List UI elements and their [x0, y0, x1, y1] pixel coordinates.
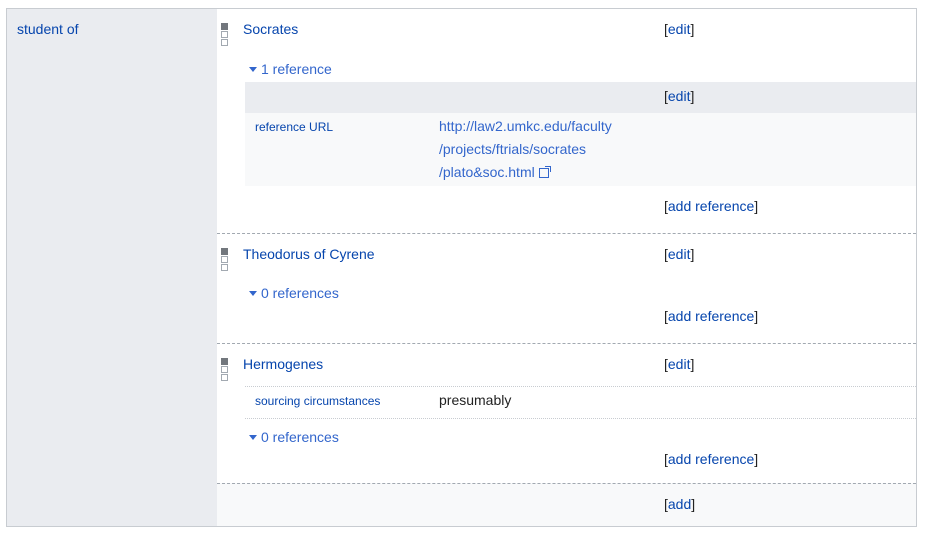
statement-value[interactable]: Hermogenes — [243, 356, 323, 372]
qualifier-property[interactable]: sourcing circumstances — [255, 394, 380, 408]
add-reference-toolbar: [add reference] — [664, 308, 759, 324]
rank-selector-icon[interactable] — [221, 23, 228, 47]
rank-selector-icon[interactable] — [221, 248, 228, 272]
add-reference-button[interactable]: add reference — [668, 308, 754, 324]
edit-button[interactable]: edit — [668, 21, 691, 37]
add-toolbar: [add] — [664, 496, 696, 512]
edit-toolbar: [edit] — [664, 246, 695, 262]
references-toggle-label: 1 reference — [261, 61, 332, 77]
statement-hermogenes: Hermogenes [edit] sourcing circumstances… — [217, 343, 916, 486]
triangle-down-icon — [249, 290, 257, 296]
add-reference-toolbar: [add reference] — [664, 451, 759, 467]
property-column: student of — [7, 9, 217, 526]
edit-button[interactable]: edit — [668, 356, 691, 372]
triangle-down-icon — [249, 66, 257, 72]
references-toggle[interactable]: 0 references — [249, 285, 339, 301]
references-toggle-label: 0 references — [261, 285, 339, 301]
reference-url-line-2[interactable]: /projects/ftrials/socrates — [439, 141, 586, 157]
references-toggle[interactable]: 1 reference — [249, 61, 332, 77]
add-reference-toolbar: [add reference] — [664, 198, 759, 214]
edit-button[interactable]: edit — [668, 246, 691, 262]
statement-theodorus: Theodorus of Cyrene [edit] 0 references … — [217, 233, 916, 344]
statement-socrates: Socrates [edit] 1 reference [edit] refer… — [217, 9, 916, 233]
divider — [245, 418, 916, 419]
rank-selector-icon[interactable] — [221, 358, 228, 382]
reference-header: [edit] — [245, 82, 916, 113]
reference-url-value: http://law2.umkc.edu/faculty /projects/f… — [439, 115, 612, 184]
statement-value[interactable]: Socrates — [243, 21, 298, 37]
references-toggle-label: 0 references — [261, 429, 339, 445]
add-button[interactable]: add — [668, 496, 691, 512]
property-label-student-of[interactable]: student of — [17, 21, 79, 37]
triangle-down-icon — [249, 434, 257, 440]
reference-url-property[interactable]: reference URL — [255, 120, 333, 134]
add-statement-row: [add] — [217, 483, 916, 526]
add-reference-button[interactable]: add reference — [668, 198, 754, 214]
divider — [245, 386, 916, 387]
reference-url-line-1[interactable]: http://law2.umkc.edu/faculty — [439, 118, 612, 134]
references-toggle[interactable]: 0 references — [249, 429, 339, 445]
statement-list: Socrates [edit] 1 reference [edit] refer… — [217, 9, 916, 526]
edit-toolbar: [edit] — [664, 21, 695, 37]
qualifier-value: presumably — [439, 392, 512, 408]
statement-group: student of Socrates [edit] 1 reference [… — [6, 8, 917, 527]
reference-edit-button[interactable]: edit — [668, 88, 691, 104]
reference-url-line-3[interactable]: /plato&soc.html — [439, 164, 535, 180]
reference-edit-toolbar: [edit] — [664, 88, 695, 104]
statement-value[interactable]: Theodorus of Cyrene — [243, 246, 375, 262]
external-link-icon — [538, 166, 551, 178]
reference-box: [edit] reference URL http://law2.umkc.ed… — [245, 82, 916, 186]
add-reference-button[interactable]: add reference — [668, 451, 754, 467]
edit-toolbar: [edit] — [664, 356, 695, 372]
